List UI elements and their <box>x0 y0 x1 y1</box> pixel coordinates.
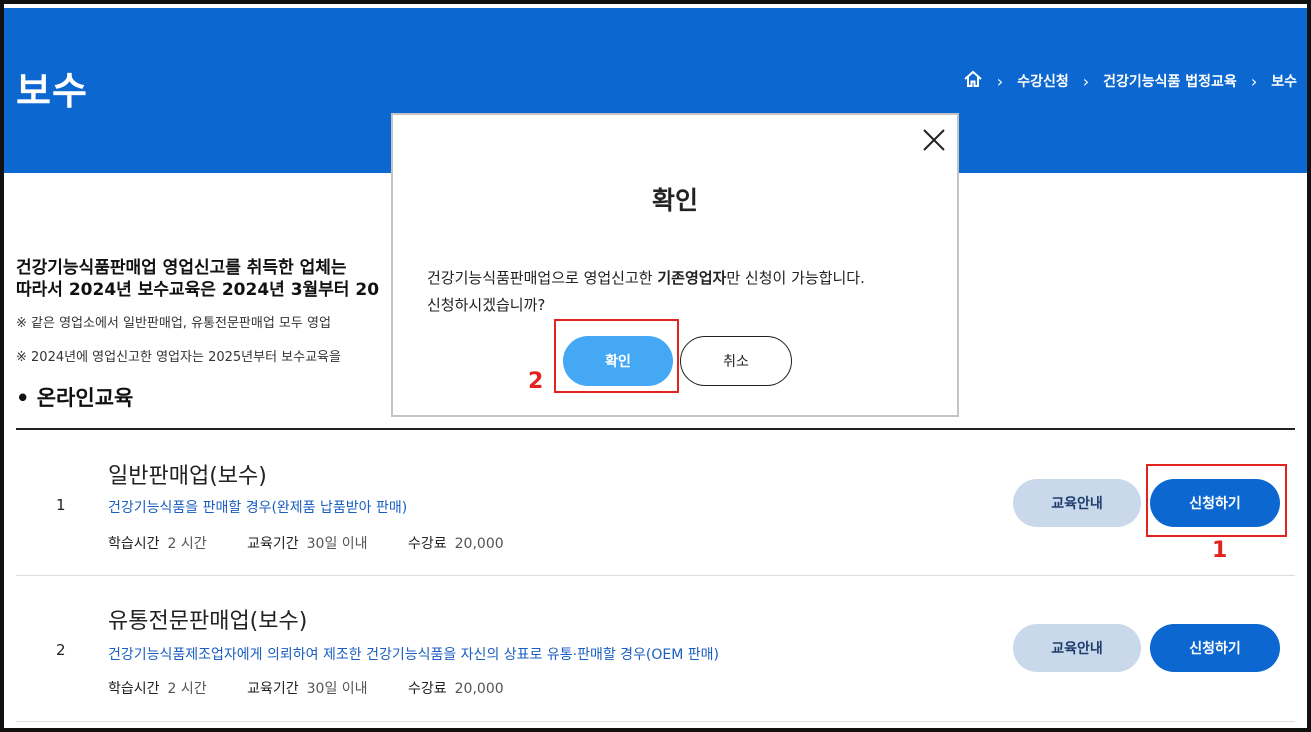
notice-line-2: 따라서 2024년 보수교육은 2024년 3월부터 20 <box>16 280 380 300</box>
breadcrumb-item-legal-education[interactable]: 건강기능식품 법정교육 <box>1103 71 1237 91</box>
chevron-right-icon: › <box>1250 71 1258 91</box>
page-title: 보수 <box>16 69 88 113</box>
close-icon[interactable] <box>921 127 947 153</box>
course-meta: 학습시간 2 시간 교육기간 30일 이내 수강료 20,000 <box>108 681 504 697</box>
apply-button[interactable]: 신청하기 <box>1150 624 1280 672</box>
section-title: • 온라인교육 <box>16 386 134 410</box>
step-number-2: 2 <box>528 369 544 394</box>
home-icon[interactable] <box>963 70 983 92</box>
course-name: 유통전문판매업(보수) <box>108 609 308 634</box>
section-divider <box>16 428 1295 430</box>
breadcrumb-item-current[interactable]: 보수 <box>1271 71 1297 91</box>
highlight-box-step-1 <box>1146 464 1287 537</box>
course-description: 건강기능식품을 판매할 경우(완제품 납품받아 판매) <box>108 500 408 516</box>
course-name: 일반판매업(보수) <box>108 464 267 489</box>
education-guide-button[interactable]: 교육안내 <box>1013 479 1141 527</box>
dialog-title: 확인 <box>651 186 698 215</box>
course-row-2: 2 유통전문판매업(보수) 건강기능식품제조업자에게 의뢰하여 제조한 건강기능… <box>16 585 1295 725</box>
breadcrumb-item-apply[interactable]: 수강신청 <box>1017 71 1069 91</box>
row-divider <box>16 721 1295 722</box>
dialog-message: 건강기능식품판매업으로 영업신고한 기존영업자만 신청이 가능합니다. 신청하시… <box>427 269 865 314</box>
row-divider <box>16 575 1295 576</box>
chevron-right-icon: › <box>1082 71 1090 91</box>
chevron-right-icon: › <box>996 71 1004 91</box>
highlight-box-step-2 <box>554 319 679 393</box>
course-number: 2 <box>56 641 66 659</box>
breadcrumb: › 수강신청 › 건강기능식품 법정교육 › 보수 <box>963 70 1297 92</box>
course-meta: 학습시간 2 시간 교육기간 30일 이내 수강료 20,000 <box>108 536 504 552</box>
step-number-1: 1 <box>1212 538 1228 563</box>
education-guide-button[interactable]: 교육안내 <box>1013 624 1141 672</box>
course-description: 건강기능식품제조업자에게 의뢰하여 제조한 건강기능식품을 자신의 상표로 유통… <box>108 647 719 663</box>
course-number: 1 <box>56 496 66 514</box>
course-row-1: 1 일반판매업(보수) 건강기능식품을 판매할 경우(완제품 납품받아 판매) … <box>16 440 1295 580</box>
notice-note-2: ※ 2024년에 영업신고한 영업자는 2025년부터 보수교육을 <box>16 350 341 365</box>
cancel-button[interactable]: 취소 <box>680 336 792 386</box>
notice-note-1: ※ 같은 영업소에서 일반판매업, 유통전문판매업 모두 영업 <box>16 316 331 331</box>
